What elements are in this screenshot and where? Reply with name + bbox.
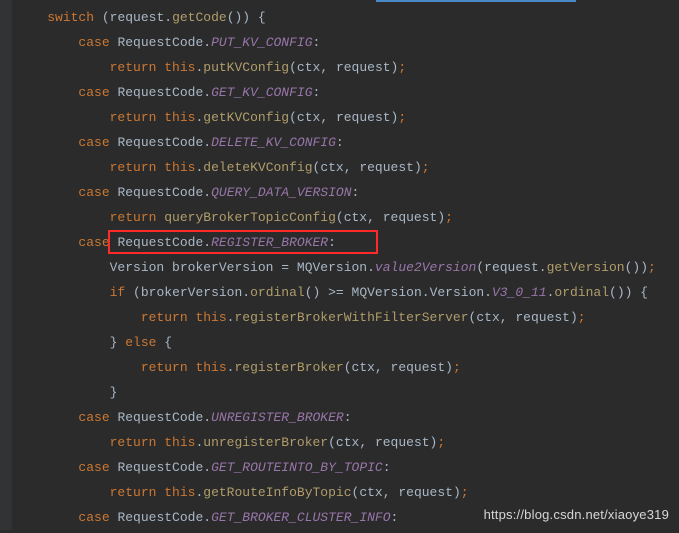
active-tab-indicator	[376, 0, 576, 2]
code-line: return this.registerBrokerWithFilterServ…	[12, 305, 679, 330]
code-line: switch (request.getCode()) {	[12, 5, 679, 30]
code-line: return queryBrokerTopicConfig(ctx, reque…	[12, 205, 679, 230]
watermark-text: https://blog.csdn.net/xiaoye319	[484, 502, 669, 527]
code-line: return this.unregisterBroker(ctx, reques…	[12, 430, 679, 455]
code-line: case RequestCode.REGISTER_BROKER:	[12, 230, 679, 255]
code-line: } else {	[12, 330, 679, 355]
code-line: case RequestCode.UNREGISTER_BROKER:	[12, 405, 679, 430]
code-line: return this.registerBroker(ctx, request)…	[12, 355, 679, 380]
code-line: case RequestCode.QUERY_DATA_VERSION:	[12, 180, 679, 205]
code-line: return this.deleteKVConfig(ctx, request)…	[12, 155, 679, 180]
code-line: }	[12, 380, 679, 405]
code-editor[interactable]: switch (request.getCode()) { case Reques…	[0, 0, 679, 530]
code-line: case RequestCode.DELETE_KV_CONFIG:	[12, 130, 679, 155]
keyword-switch: switch	[47, 10, 94, 25]
code-line: Version brokerVersion = MQVersion.value2…	[12, 255, 679, 280]
code-line: case RequestCode.PUT_KV_CONFIG:	[12, 30, 679, 55]
code-line: if (brokerVersion.ordinal() >= MQVersion…	[12, 280, 679, 305]
code-line: return this.putKVConfig(ctx, request);	[12, 55, 679, 80]
code-line: case RequestCode.GET_KV_CONFIG:	[12, 80, 679, 105]
code-line: return this.getKVConfig(ctx, request);	[12, 105, 679, 130]
code-line: case RequestCode.GET_ROUTEINTO_BY_TOPIC:	[12, 455, 679, 480]
